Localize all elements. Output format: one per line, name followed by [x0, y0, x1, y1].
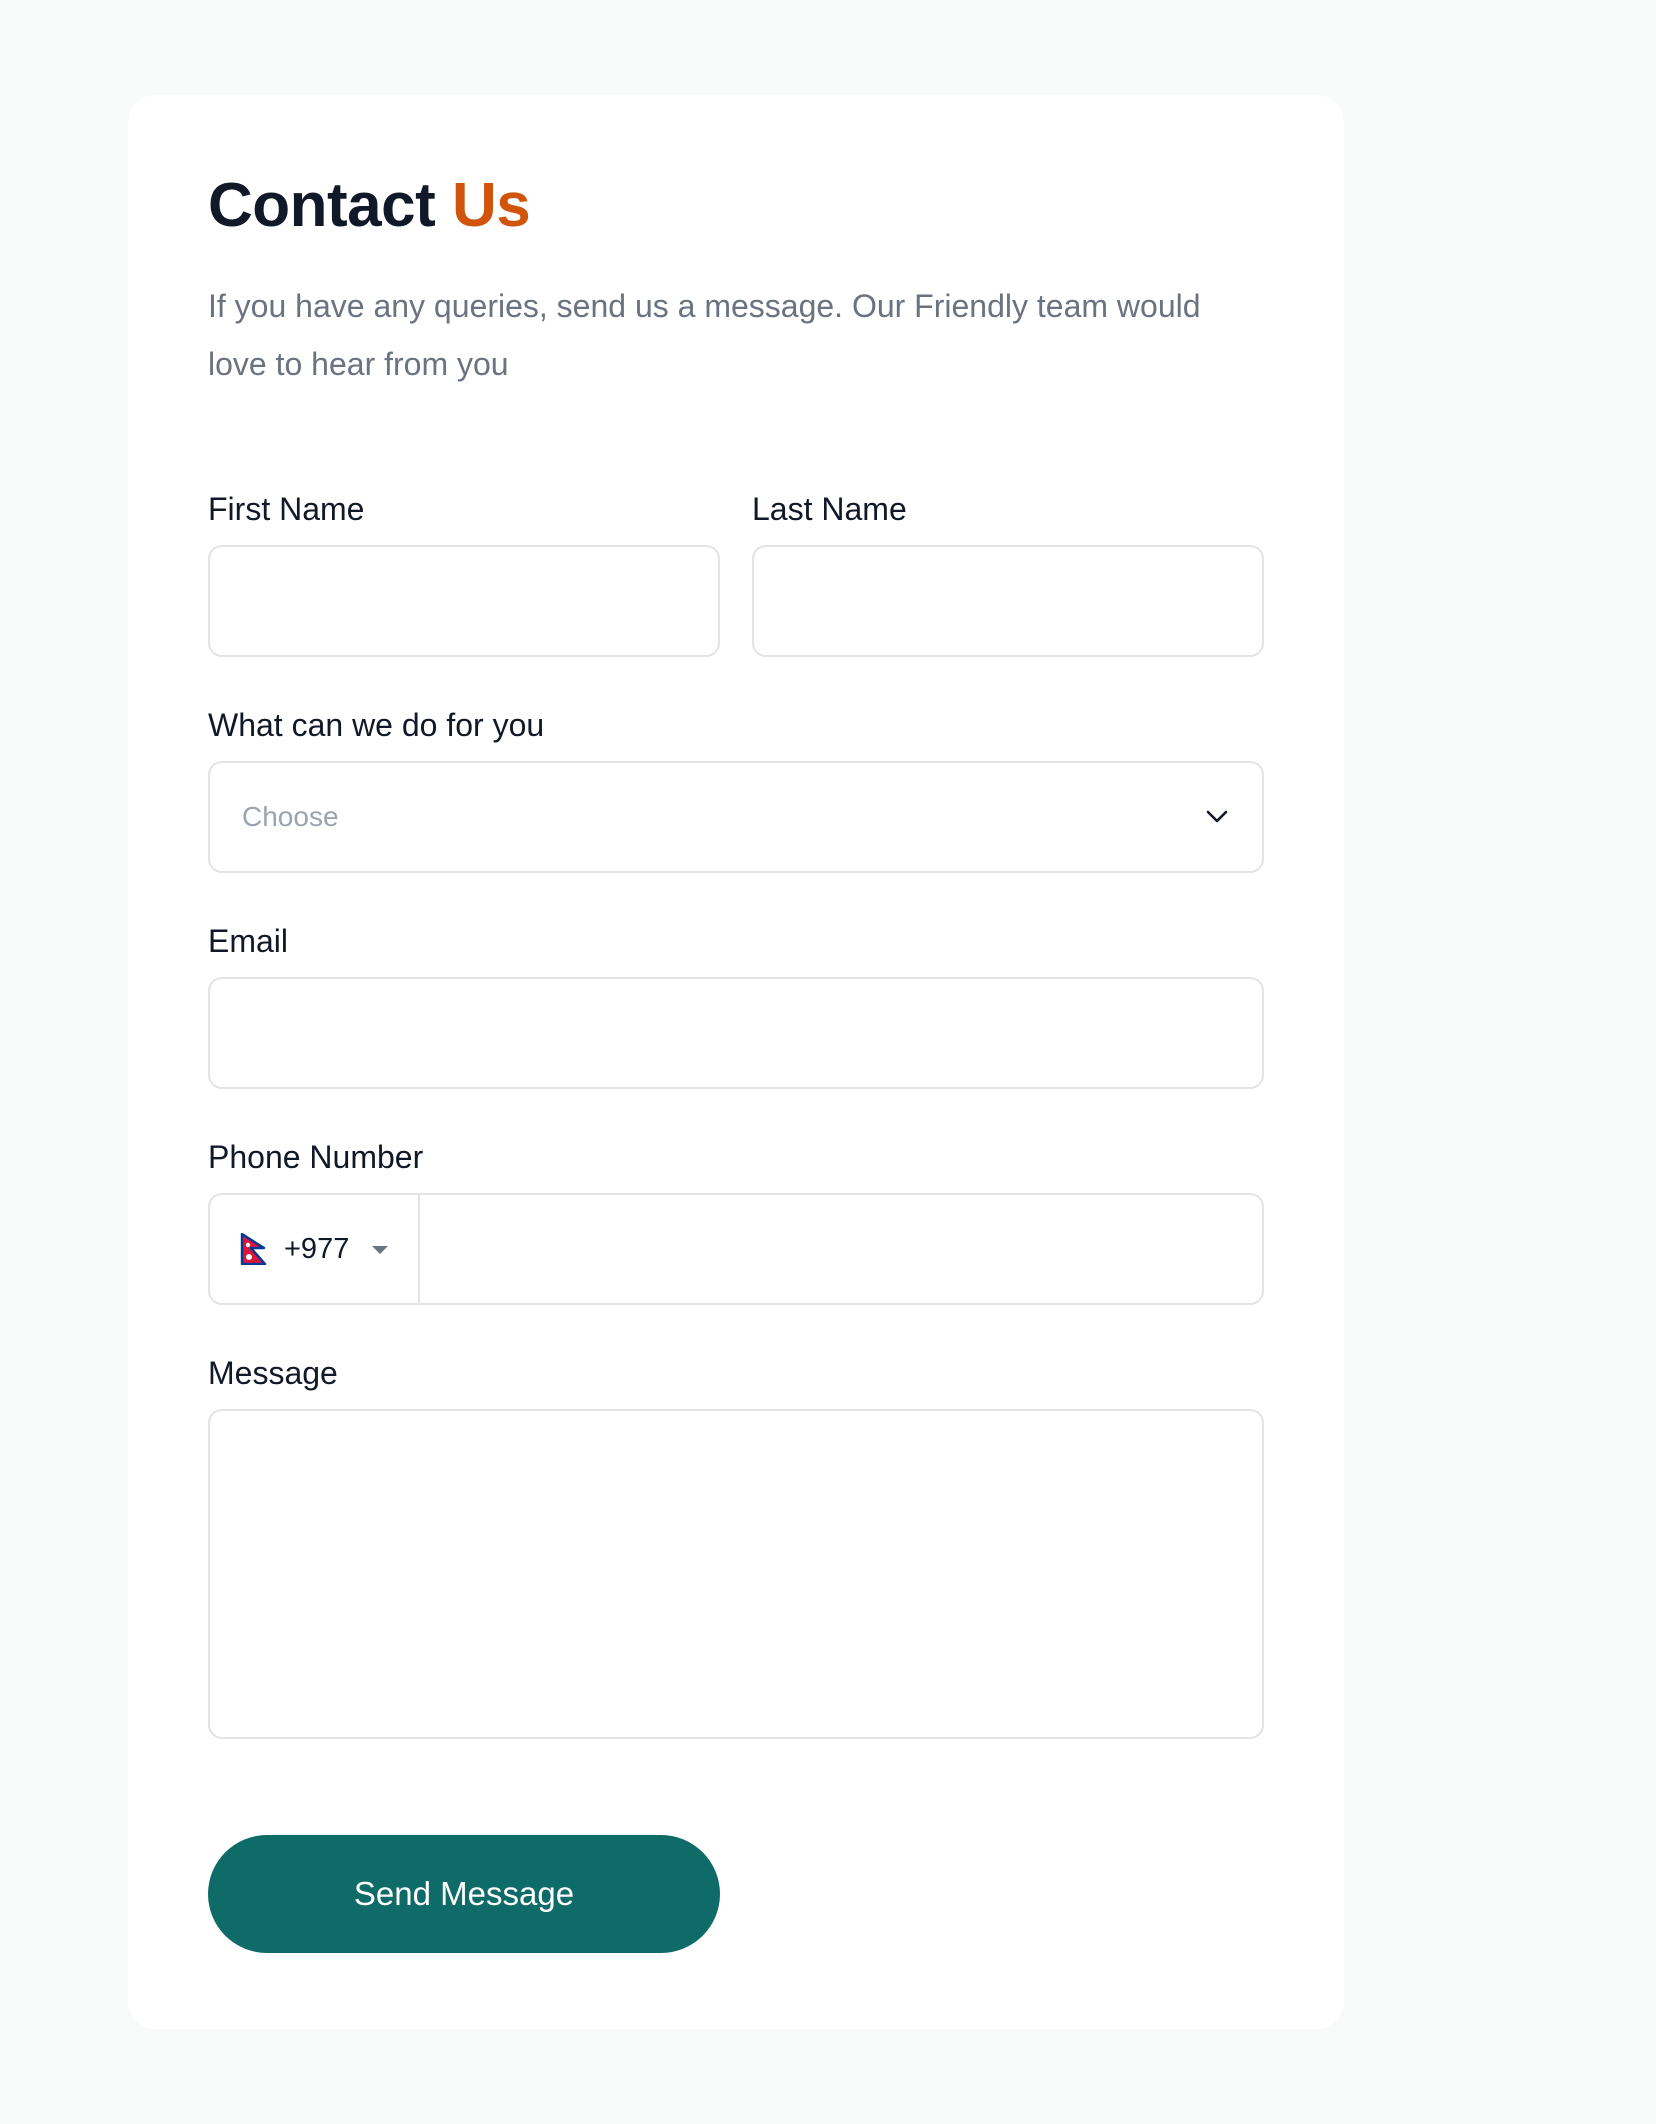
- first-name-field: First Name: [208, 491, 720, 657]
- country-code-select[interactable]: +977: [210, 1195, 420, 1303]
- nepal-flag-icon: [240, 1232, 268, 1266]
- first-name-input[interactable]: [208, 545, 720, 657]
- first-name-label: First Name: [208, 491, 365, 527]
- country-dial-code: +977: [284, 1232, 350, 1265]
- service-label: What can we do for you: [208, 707, 545, 743]
- page-subtitle: If you have any queries, send us a messa…: [208, 288, 1201, 382]
- title-main: Contact: [208, 171, 452, 240]
- message-field: Message: [208, 1355, 1264, 1739]
- name-row: First Name Last Name: [208, 491, 1264, 657]
- title-accent: Us: [452, 171, 531, 240]
- email-field: Email: [208, 923, 1264, 1089]
- email-input[interactable]: [208, 977, 1264, 1089]
- caret-down-icon: [371, 1243, 389, 1255]
- last-name-input[interactable]: [752, 545, 1264, 657]
- phone-field: Phone Number +977: [208, 1139, 1264, 1305]
- phone-input-group: +977: [208, 1193, 1264, 1305]
- message-textarea[interactable]: [208, 1409, 1264, 1739]
- message-label: Message: [208, 1355, 338, 1391]
- phone-label: Phone Number: [208, 1139, 424, 1175]
- service-placeholder: Choose: [242, 801, 339, 832]
- service-select[interactable]: Choose: [208, 761, 1264, 873]
- phone-number-input[interactable]: [420, 1195, 1262, 1303]
- last-name-field: Last Name: [752, 491, 1264, 657]
- contact-card: Contact Us If you have any queries, send…: [128, 95, 1344, 2029]
- email-label: Email: [208, 923, 289, 959]
- page-title: Contact Us: [208, 175, 1344, 239]
- chevron-down-icon: [1204, 804, 1230, 830]
- service-field: What can we do for you Choose: [208, 707, 1264, 873]
- send-message-button[interactable]: Send Message: [208, 1835, 720, 1953]
- last-name-label: Last Name: [752, 491, 907, 527]
